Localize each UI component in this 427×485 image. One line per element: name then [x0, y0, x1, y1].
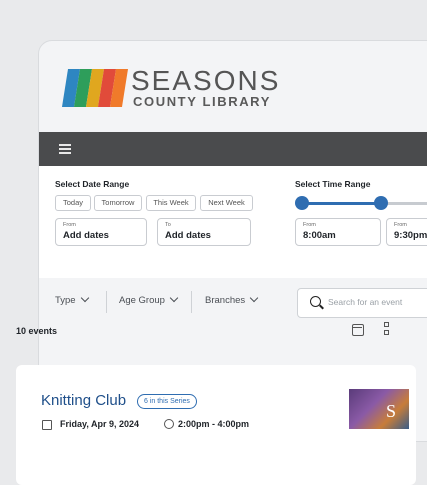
age-group-dropdown-label: Age Group [119, 295, 165, 306]
search-input[interactable] [328, 295, 427, 309]
divider [106, 291, 107, 313]
time-from-field[interactable]: From 8:00am [295, 218, 381, 246]
type-dropdown-label: Type [55, 295, 76, 306]
time-from-caption: From [303, 222, 316, 228]
date-range-label: Select Date Range [55, 179, 130, 189]
page-background: SEASONS COUNTY LIBRARY Select Date Range… [0, 0, 427, 485]
calendar-view-icon[interactable] [352, 324, 364, 336]
type-dropdown[interactable]: Type [55, 293, 89, 306]
brand-name: SEASONS [131, 65, 281, 96]
list-view-icon[interactable] [384, 322, 392, 336]
branches-dropdown[interactable]: Branches [205, 293, 259, 306]
series-badge[interactable]: 6 in this Series [137, 394, 197, 409]
event-thumbnail[interactable] [349, 389, 409, 429]
chip-tomorrow[interactable]: Tomorrow [94, 195, 142, 211]
search-icon [310, 296, 321, 307]
filter-panel: Select Date Range Today Tomorrow This We… [39, 166, 427, 278]
chevron-down-icon [249, 293, 259, 303]
brand-subtitle: COUNTY LIBRARY [133, 94, 271, 109]
time-range-label: Select Time Range [295, 179, 371, 189]
results-count: 10 events [16, 326, 58, 336]
hamburger-menu-icon[interactable] [59, 142, 73, 154]
event-card[interactable]: Knitting Club 6 in this Series Friday, A… [16, 365, 416, 485]
time-to-field[interactable]: From 9:30pm [386, 218, 427, 246]
date-to-caption: To [165, 222, 171, 228]
chip-next-week[interactable]: Next Week [200, 195, 253, 211]
time-from-value: 8:00am [303, 230, 336, 241]
chip-this-week[interactable]: This Week [146, 195, 196, 211]
event-time: 2:00pm - 4:00pm [178, 419, 250, 429]
chevron-down-icon [80, 293, 89, 303]
time-to-value: 9:30pm [394, 230, 427, 241]
date-from-value: Add dates [63, 230, 109, 241]
date-to-value: Add dates [165, 230, 211, 241]
date-from-caption: From [63, 222, 76, 228]
chip-today[interactable]: Today [55, 195, 91, 211]
top-navbar [39, 132, 427, 166]
calendar-icon [42, 420, 52, 430]
divider [191, 291, 192, 313]
time-to-caption: From [394, 222, 407, 228]
age-group-dropdown[interactable]: Age Group [119, 293, 179, 306]
clock-icon [164, 419, 174, 429]
branches-dropdown-label: Branches [205, 295, 246, 306]
date-to-field[interactable]: To Add dates [157, 218, 251, 246]
time-slider-fill [301, 202, 381, 205]
thumbnail-text: S [386, 401, 397, 421]
date-from-field[interactable]: From Add dates [55, 218, 147, 246]
filter-toolbar: Type Age Group Branches [39, 278, 427, 328]
event-title[interactable]: Knitting Club [41, 392, 126, 409]
event-date: Friday, Apr 9, 2024 [60, 419, 140, 429]
chevron-down-icon [169, 293, 179, 303]
event-search[interactable] [297, 288, 427, 318]
time-slider-start-handle[interactable] [295, 196, 309, 210]
time-slider-end-handle[interactable] [374, 196, 388, 210]
